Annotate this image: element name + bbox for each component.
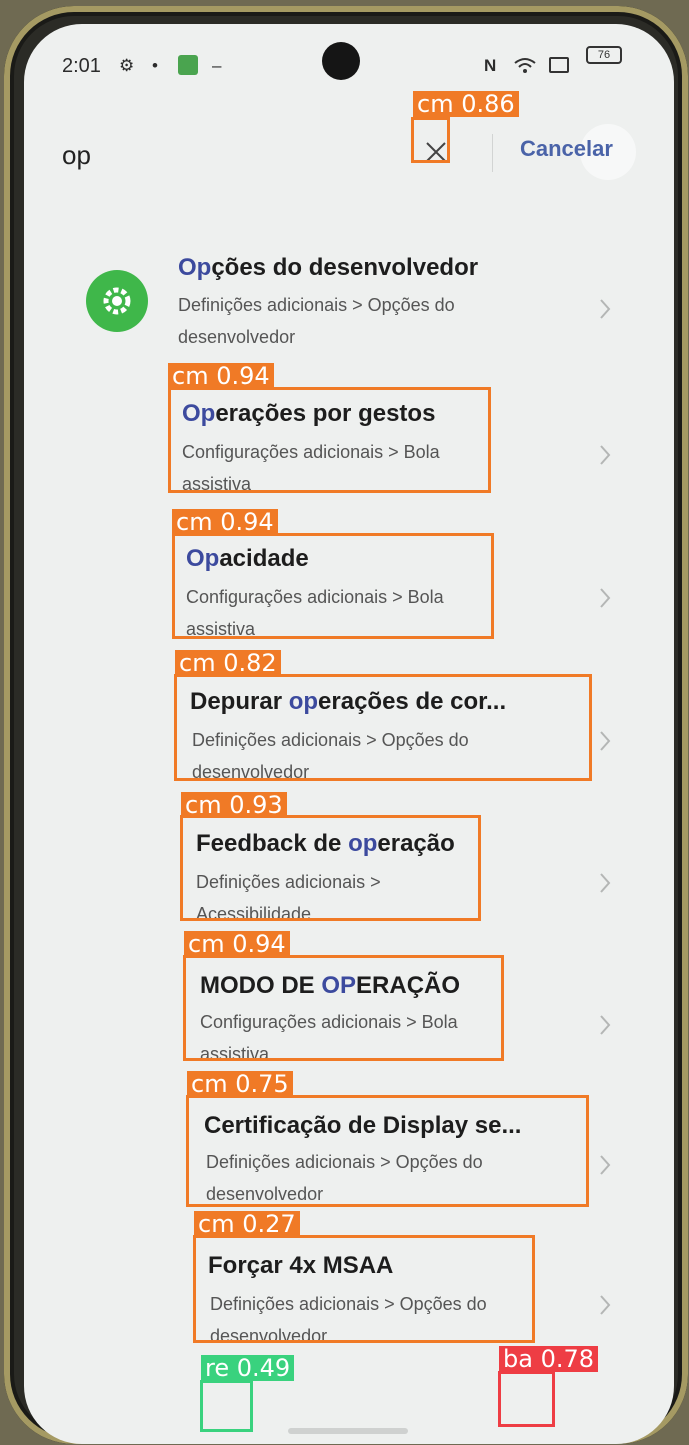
search-input[interactable] xyxy=(62,138,392,172)
battery-icon: 76 xyxy=(586,46,622,64)
detection-box xyxy=(498,1371,555,1427)
detection-label: cm 0.27 xyxy=(194,1211,300,1237)
detection-box xyxy=(180,815,481,921)
detection-box xyxy=(193,1235,535,1343)
detection-label: cm 0.94 xyxy=(172,509,278,535)
detection-label: ba 0.78 xyxy=(499,1346,599,1372)
result-title: Opções do desenvolvedor xyxy=(178,254,479,281)
detection-label: cm 0.93 xyxy=(181,792,287,818)
detection-label: re 0.49 xyxy=(201,1355,295,1381)
sim-icon xyxy=(549,57,569,73)
search-divider xyxy=(492,134,493,172)
detection-box xyxy=(200,1380,253,1432)
status-time: 2:01 xyxy=(62,55,101,77)
result-subtitle: Definições adicionais > Opções do desenvo… xyxy=(178,295,455,347)
settings-status-icon: ⚙ xyxy=(119,56,135,75)
status-bar: 2:01 ⚙ • – N 76 xyxy=(24,24,674,104)
detection-label: cm 0.94 xyxy=(184,931,290,957)
search-bar: Cancelar xyxy=(24,124,674,204)
detection-box xyxy=(411,117,450,163)
detection-label: cm 0.75 xyxy=(187,1071,293,1097)
chevron-right-icon xyxy=(594,1010,616,1040)
chevron-right-icon xyxy=(594,868,616,898)
gesture-nav-bar[interactable] xyxy=(288,1428,408,1434)
detection-label: cm 0.82 xyxy=(175,650,281,676)
front-camera xyxy=(322,42,360,80)
detection-label: cm 0.94 xyxy=(168,363,274,389)
chevron-right-icon xyxy=(594,294,616,324)
chevron-right-icon xyxy=(594,726,616,756)
detection-box xyxy=(168,387,491,493)
detection-box xyxy=(186,1095,589,1207)
detection-box xyxy=(183,955,504,1061)
detection-label: cm 0.86 xyxy=(413,91,519,117)
app-notification-icon xyxy=(178,55,198,75)
result-item[interactable]: Opções do desenvolvedor Definições adici… xyxy=(24,244,674,374)
cancel-button[interactable]: Cancelar xyxy=(520,136,613,162)
detection-box xyxy=(172,533,494,639)
detection-box xyxy=(174,674,592,781)
chevron-right-icon xyxy=(594,1290,616,1320)
nfc-icon: N xyxy=(484,56,497,75)
dash-status-icon: – xyxy=(212,56,222,75)
chevron-right-icon xyxy=(594,440,616,470)
chevron-right-icon xyxy=(594,583,616,613)
settings-gear-icon xyxy=(86,270,148,332)
chevron-right-icon xyxy=(594,1150,616,1180)
wifi-icon xyxy=(514,57,536,79)
dot-status-icon: • xyxy=(152,56,158,75)
